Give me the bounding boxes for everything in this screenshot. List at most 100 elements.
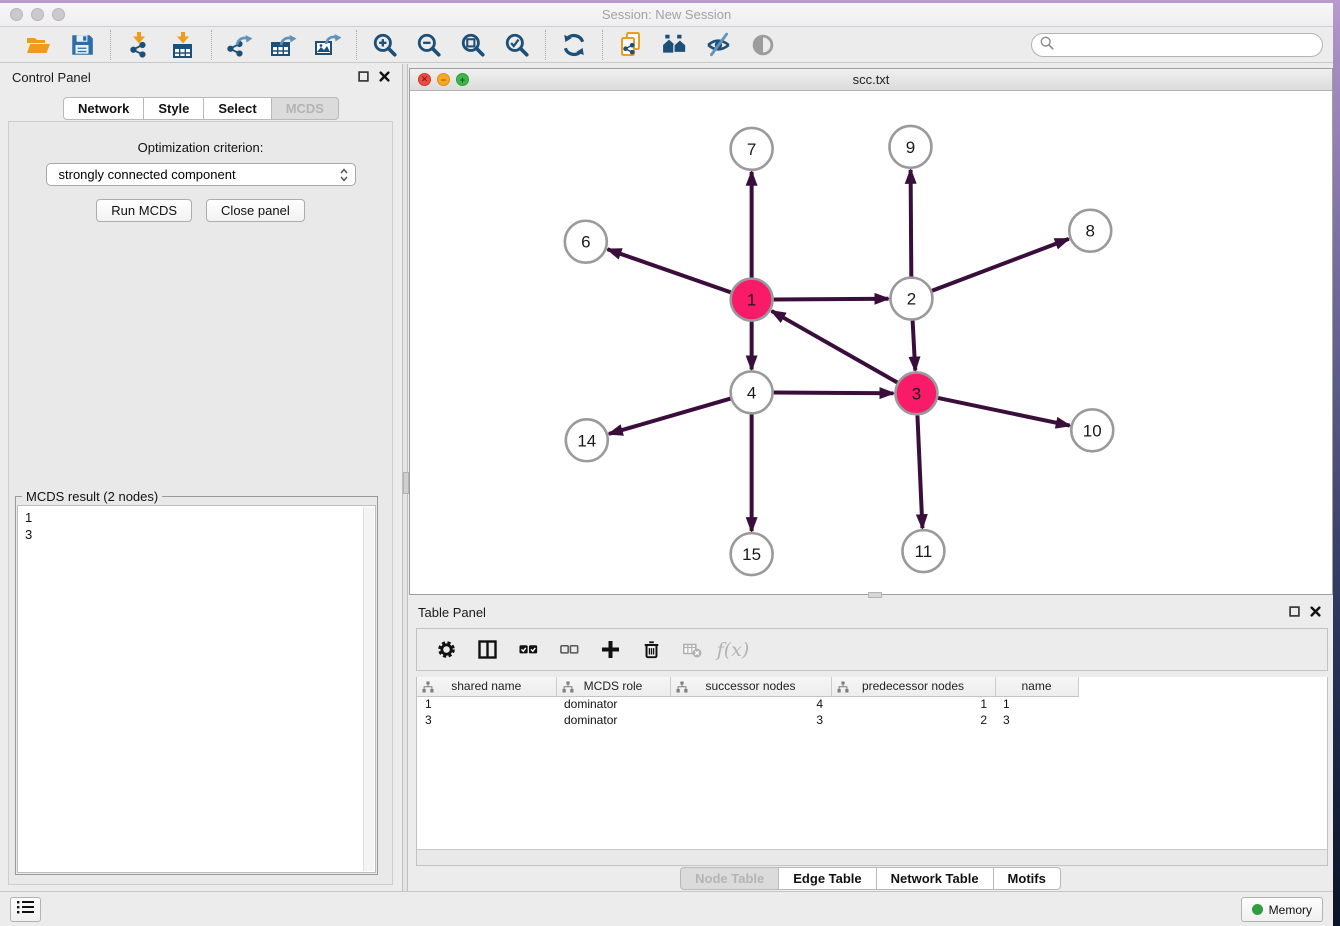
zoom-fit-icon[interactable] — [458, 31, 488, 59]
show-hidden-icon — [748, 31, 778, 59]
graph-node-2[interactable]: 2 — [890, 278, 932, 320]
graph-node-15[interactable]: 15 — [731, 533, 773, 575]
svg-text:6: 6 — [581, 233, 590, 252]
table-cell[interactable]: 1 — [417, 696, 556, 712]
tab-mcds[interactable]: MCDS — [271, 97, 339, 120]
close-panel-button[interactable]: Close panel — [206, 199, 305, 222]
graph-node-8[interactable]: 8 — [1069, 210, 1111, 252]
tab-network-table[interactable]: Network Table — [876, 867, 993, 890]
export-image-icon[interactable] — [313, 31, 343, 59]
float-table-panel-icon[interactable] — [1288, 605, 1300, 617]
graph-node-6[interactable]: 6 — [565, 221, 607, 263]
table-cell[interactable]: dominator — [556, 712, 670, 728]
graph-node-1[interactable]: 1 — [731, 279, 773, 321]
import-table-icon[interactable] — [168, 31, 198, 59]
table-panel: Table Panel f(x) shared nameMCDS rolesuc… — [408, 599, 1333, 891]
first-neighbors-icon[interactable] — [660, 31, 690, 59]
close-window-button[interactable] — [10, 8, 23, 21]
memory-button[interactable]: Memory — [1241, 897, 1323, 922]
graph-node-9[interactable]: 9 — [889, 126, 931, 168]
column-header-shared-name[interactable]: shared name — [417, 677, 556, 696]
graph-node-10[interactable]: 10 — [1071, 409, 1113, 451]
graph-node-4[interactable]: 4 — [731, 371, 773, 413]
graph-node-14[interactable]: 14 — [566, 419, 608, 461]
graph-edge-1-2[interactable] — [774, 299, 889, 300]
graph-edge-1-6[interactable] — [607, 249, 730, 292]
tab-node-table[interactable]: Node Table — [680, 867, 778, 890]
graph-edge-4-3[interactable] — [774, 393, 894, 394]
graph-edge-2-8[interactable] — [932, 239, 1069, 291]
graph-edge-2-9[interactable] — [911, 170, 912, 277]
optimization-criterion-dropdown[interactable]: strongly connected component — [46, 163, 356, 186]
svg-text:10: 10 — [1083, 421, 1102, 440]
run-mcds-button[interactable]: Run MCDS — [96, 199, 192, 222]
search-box[interactable] — [1031, 33, 1323, 57]
zoom-out-icon[interactable] — [414, 31, 444, 59]
add-row-icon[interactable] — [599, 639, 621, 661]
close-panel-icon[interactable] — [378, 70, 390, 82]
select-all-icon[interactable] — [517, 639, 539, 661]
hide-selected-icon[interactable] — [704, 31, 734, 59]
graph-node-3[interactable]: 3 — [895, 372, 937, 414]
deselect-all-icon[interactable] — [558, 639, 580, 661]
app-window: Session: New Session Control Panel — [0, 3, 1333, 926]
network-window-titlebar[interactable]: ✕ − + scc.txt — [410, 69, 1332, 91]
network-close-button[interactable]: ✕ — [418, 73, 431, 86]
graph-edge-3-1[interactable] — [772, 311, 898, 383]
table-cell[interactable]: 3 — [417, 712, 556, 728]
column-layout-icon[interactable] — [476, 639, 498, 661]
import-network-icon[interactable] — [124, 31, 154, 59]
open-session-icon[interactable] — [23, 31, 53, 59]
table-row[interactable]: 1dominator411 — [417, 696, 1078, 712]
graph-edge-4-14[interactable] — [609, 399, 731, 434]
graph-node-11[interactable]: 11 — [902, 530, 944, 572]
tab-style[interactable]: Style — [143, 97, 203, 120]
tab-motifs[interactable]: Motifs — [993, 867, 1061, 890]
network-minimize-button[interactable]: − — [437, 73, 450, 86]
table-cell[interactable]: 4 — [670, 696, 831, 712]
table-cell[interactable]: 1 — [995, 696, 1078, 712]
export-table-icon[interactable] — [269, 31, 299, 59]
tab-edge-table[interactable]: Edge Table — [778, 867, 875, 890]
column-header-MCDS-role[interactable]: MCDS role — [556, 677, 670, 696]
duplicate-network-icon[interactable] — [616, 31, 646, 59]
zoom-in-icon[interactable] — [370, 31, 400, 59]
table-row[interactable]: 3dominator323 — [417, 712, 1078, 728]
mcds-result-text[interactable]: 13 — [17, 505, 376, 873]
settings-gear-icon[interactable] — [435, 639, 457, 661]
graph-edge-2-3[interactable] — [913, 321, 916, 371]
table-scrollbar[interactable] — [417, 849, 1327, 865]
column-header-successor-nodes[interactable]: successor nodes — [670, 677, 831, 696]
minimize-window-button[interactable] — [31, 8, 44, 21]
graph-edge-3-11[interactable] — [917, 415, 922, 528]
close-table-panel-icon[interactable] — [1309, 605, 1321, 617]
table-cell[interactable]: 1 — [831, 696, 995, 712]
graph-node-7[interactable]: 7 — [731, 128, 773, 170]
task-history-button[interactable] — [10, 897, 41, 922]
column-header-name[interactable]: name — [995, 677, 1078, 696]
main-toolbar — [0, 27, 1333, 63]
table-cell[interactable]: 2 — [831, 712, 995, 728]
table-cell[interactable]: dominator — [556, 696, 670, 712]
split-handle-horizontal[interactable] — [868, 592, 882, 598]
delete-row-icon[interactable] — [640, 639, 662, 661]
float-panel-icon[interactable] — [357, 70, 369, 82]
table-cell[interactable]: 3 — [995, 712, 1078, 728]
export-network-icon[interactable] — [225, 31, 255, 59]
svg-text:8: 8 — [1086, 222, 1095, 241]
tab-select[interactable]: Select — [203, 97, 270, 120]
network-maximize-button[interactable]: + — [456, 73, 469, 86]
table-cell[interactable]: 3 — [670, 712, 831, 728]
window-controls — [10, 8, 65, 21]
maximize-window-button[interactable] — [52, 8, 65, 21]
zoom-selected-icon[interactable] — [502, 31, 532, 59]
search-input[interactable] — [1054, 35, 1322, 55]
control-panel-title: Control Panel — [12, 70, 91, 85]
refresh-icon[interactable] — [559, 31, 589, 59]
network-canvas[interactable]: 1 2 3 4 6 7 8 9 10 11 14 15 — [410, 91, 1332, 594]
graph-edge-3-10[interactable] — [938, 398, 1070, 426]
column-header-predecessor-nodes[interactable]: predecessor nodes — [831, 677, 995, 696]
tab-network[interactable]: Network — [63, 97, 143, 120]
save-session-icon[interactable] — [67, 31, 97, 59]
result-scrollbar[interactable] — [363, 507, 374, 871]
